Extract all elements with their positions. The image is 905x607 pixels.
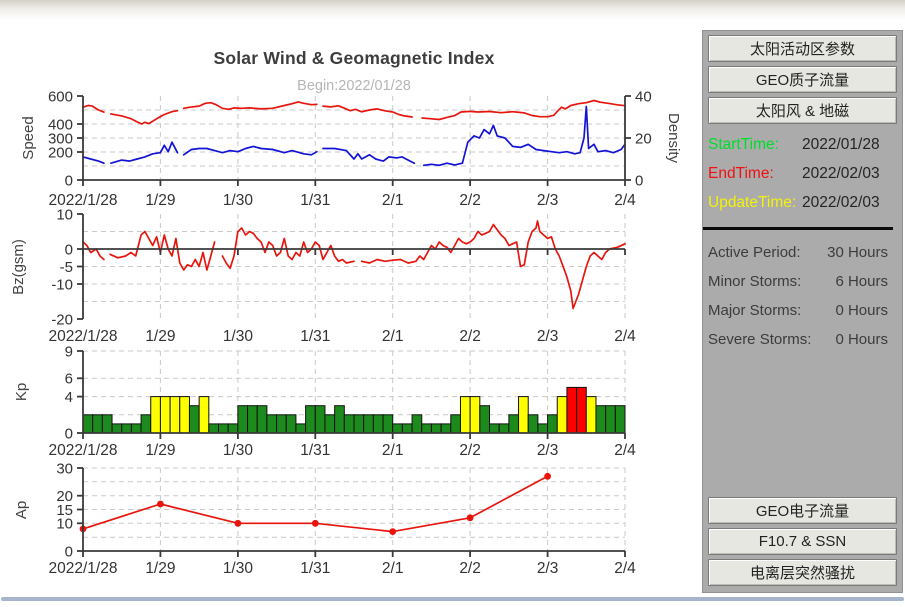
svg-text:Density: Density <box>665 113 682 164</box>
chart-kp: 0 46 9 2022/1/28 1/29 1/30 1/31 2/1 2/2 2/3 2/4 Kp <box>13 343 636 459</box>
major-storms-value: 0 Hours <box>835 302 888 319</box>
svg-text:-5: -5 <box>60 259 73 276</box>
svg-text:2/3: 2/3 <box>537 442 559 459</box>
svg-text:2/2: 2/2 <box>459 442 481 459</box>
svg-text:400: 400 <box>48 116 73 133</box>
start-time-value: 2022/01/28 <box>802 136 880 154</box>
major-storms-label: Major Storms: <box>708 302 835 319</box>
svg-text:2/4: 2/4 <box>614 192 636 209</box>
section-divider <box>703 227 893 230</box>
svg-text:Bz(gsm): Bz(gsm) <box>10 239 27 295</box>
svg-text:Kp: Kp <box>13 383 30 401</box>
minor-storms-label: Minor Storms: <box>708 273 835 290</box>
svg-text:1/30: 1/30 <box>223 192 254 209</box>
update-time-value: 2022/02/03 <box>802 194 880 212</box>
svg-text:0: 0 <box>65 172 73 189</box>
sidebar-button-geo-proton-flux[interactable]: GEO质子流量 <box>708 66 897 93</box>
svg-text:9: 9 <box>65 343 73 360</box>
active-period-row: Active Period: 30 Hours <box>708 238 902 267</box>
svg-text:2/1: 2/1 <box>382 328 404 345</box>
svg-text:-10: -10 <box>51 276 73 293</box>
svg-text:2022/1/28: 2022/1/28 <box>49 560 118 577</box>
svg-text:1/31: 1/31 <box>300 192 330 209</box>
sidebar-spacer <box>703 354 902 493</box>
svg-text:2/3: 2/3 <box>537 192 559 209</box>
svg-text:30: 30 <box>56 460 73 477</box>
severe-storms-value: 0 Hours <box>835 331 888 348</box>
svg-text:20: 20 <box>635 130 652 147</box>
start-time-label: StartTime: <box>708 136 802 154</box>
end-time-label: EndTime: <box>708 165 802 183</box>
minor-storms-row: Minor Storms: 6 Hours <box>708 267 902 296</box>
sidebar-button-geo-electron-flux[interactable]: GEO电子流量 <box>708 497 897 524</box>
sidebar-panel: 太阳活动区参数 GEO质子流量 太阳风 & 地磁 StartTime: 2022… <box>702 30 903 593</box>
svg-text:2/4: 2/4 <box>614 328 636 345</box>
svg-text:0: 0 <box>65 425 73 442</box>
sidebar-button-solar-active-region[interactable]: 太阳活动区参数 <box>708 35 897 62</box>
minor-storms-value: 6 Hours <box>835 273 888 290</box>
start-time-row: StartTime: 2022/01/28 <box>708 130 902 159</box>
svg-text:1/31: 1/31 <box>300 442 330 459</box>
svg-text:2/2: 2/2 <box>459 560 481 577</box>
update-time-row: UpdateTime: 2022/02/03 <box>708 188 902 217</box>
storm-stats-section: Active Period: 30 Hours Minor Storms: 6 … <box>708 238 902 354</box>
svg-text:1/29: 1/29 <box>145 328 175 345</box>
charts-canvas: 020030040060002040Density2022/1/281/291/… <box>0 28 690 600</box>
severe-storms-label: Severe Storms: <box>708 331 835 348</box>
sidebar-button-solar-wind-geomagnetic[interactable]: 太阳风 & 地磁 <box>708 97 897 124</box>
svg-text:2/3: 2/3 <box>537 328 559 345</box>
svg-text:1/30: 1/30 <box>223 560 254 577</box>
active-period-value: 30 Hours <box>827 244 888 261</box>
svg-text:1/31: 1/31 <box>300 560 330 577</box>
svg-text:0: 0 <box>635 172 643 189</box>
svg-text:Ap: Ap <box>13 501 30 519</box>
svg-text:0: 0 <box>65 543 73 560</box>
svg-text:2022/1/28: 2022/1/28 <box>49 442 118 459</box>
top-gradient-bar <box>0 0 905 20</box>
svg-text:600: 600 <box>48 88 73 105</box>
svg-text:1/31: 1/31 <box>300 328 330 345</box>
svg-text:0: 0 <box>65 241 73 258</box>
svg-text:2/4: 2/4 <box>614 442 636 459</box>
svg-text:2/4: 2/4 <box>614 560 636 577</box>
major-storms-row: Major Storms: 0 Hours <box>708 296 902 325</box>
end-time-value: 2022/02/03 <box>802 165 880 183</box>
svg-text:20: 20 <box>56 488 73 505</box>
svg-text:1/29: 1/29 <box>145 442 175 459</box>
svg-text:2/1: 2/1 <box>382 442 404 459</box>
sidebar-button-f107-ssn[interactable]: F10.7 & SSN <box>708 528 897 555</box>
svg-text:2/1: 2/1 <box>382 560 404 577</box>
svg-text:2022/1/28: 2022/1/28 <box>49 328 118 345</box>
svg-text:Speed: Speed <box>20 116 37 159</box>
severe-storms-row: Severe Storms: 0 Hours <box>708 325 902 354</box>
chart-bz: 10 0-5-10 -202022/1/28 1/29 1/30 1/31 2/1 2/2 2/… <box>10 206 636 345</box>
chart-area: Solar Wind & Geomagnetic Index Begin:202… <box>0 28 690 600</box>
svg-text:2/2: 2/2 <box>459 328 481 345</box>
sidebar-button-ionospheric-disturbance[interactable]: 电离层突然骚扰 <box>708 559 897 586</box>
svg-text:-20: -20 <box>51 311 73 328</box>
time-info-section: StartTime: 2022/01/28 EndTime: 2022/02/0… <box>708 130 902 217</box>
svg-text:2/1: 2/1 <box>382 192 404 209</box>
svg-text:2/2: 2/2 <box>459 192 481 209</box>
svg-text:1/29: 1/29 <box>145 560 175 577</box>
svg-text:1/29: 1/29 <box>145 192 175 209</box>
horizontal-scrollbar[interactable] <box>1 597 904 601</box>
active-period-label: Active Period: <box>708 244 827 261</box>
svg-text:6: 6 <box>65 371 73 388</box>
svg-text:40: 40 <box>635 88 652 105</box>
svg-text:2/3: 2/3 <box>537 560 559 577</box>
svg-text:4: 4 <box>65 389 73 406</box>
svg-text:10: 10 <box>56 206 73 223</box>
chart-speed-density: 020030040060002040Density2022/1/281/291/… <box>20 88 682 209</box>
update-time-label: UpdateTime: <box>708 194 802 212</box>
svg-text:1/30: 1/30 <box>223 328 254 345</box>
svg-text:1/30: 1/30 <box>223 442 254 459</box>
chart-ap: 0101520302022/1/281/291/301/312/12/22/32… <box>13 460 636 577</box>
end-time-row: EndTime: 2022/02/03 <box>708 159 902 188</box>
